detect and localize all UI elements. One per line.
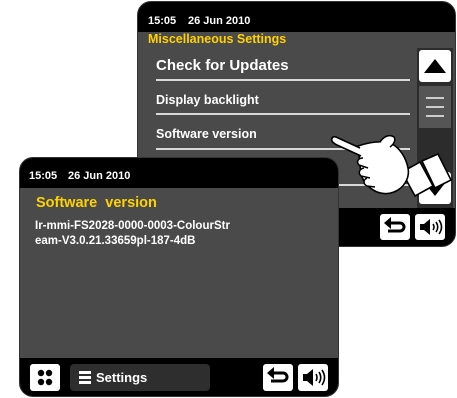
scroll-thumb[interactable] (419, 86, 451, 128)
status-time: 15:05 (148, 15, 177, 27)
bottom-toolbar: Settings (20, 358, 338, 396)
screen-heading: Miscellaneous Settings (148, 32, 287, 46)
version-line: eam-V3.0.21.33659pl-187-4dB (35, 235, 196, 247)
triangle-up-icon (424, 59, 446, 73)
menu-divider (156, 113, 410, 115)
status-bar: 15:05 26 Jun 2010 (20, 158, 338, 188)
settings-button[interactable]: Settings (70, 364, 210, 391)
menu-item-check-for-updates[interactable]: Check for Updates (156, 57, 410, 74)
speaker-icon (420, 219, 443, 235)
volume-button[interactable] (298, 364, 328, 391)
back-arrow-icon (384, 217, 406, 233)
pointing-hand-icon (330, 134, 453, 198)
status-time: 15:05 (29, 170, 58, 182)
scroll-up-button[interactable] (419, 50, 451, 82)
volume-button[interactable] (415, 214, 445, 240)
settings-button-label: Settings (96, 370, 148, 385)
speaker-icon (303, 369, 326, 386)
menu-item-display-backlight[interactable]: Display backlight (156, 93, 410, 107)
version-line: Ir-mmi-FS2028-0000-0003-ColourStr (35, 220, 230, 232)
software-version-value: Ir-mmi-FS2028-0000-0003-ColourStr eam-V3… (35, 219, 325, 249)
software-version-screen: 15:05 26 Jun 2010 Software version Ir-mm… (19, 157, 339, 397)
grid-icon (37, 369, 53, 386)
menu-divider (156, 79, 410, 81)
status-date: 26 Jun 2010 (68, 170, 131, 182)
home-button[interactable] (30, 364, 60, 391)
back-button[interactable] (263, 364, 293, 391)
page-title: Software version (36, 195, 157, 211)
back-button[interactable] (380, 214, 410, 240)
back-arrow-icon (267, 367, 289, 383)
status-bar: 15:05 26 Jun 2010 (138, 2, 455, 32)
status-date: 26 Jun 2010 (188, 15, 251, 27)
menu-lines-icon (79, 371, 91, 384)
